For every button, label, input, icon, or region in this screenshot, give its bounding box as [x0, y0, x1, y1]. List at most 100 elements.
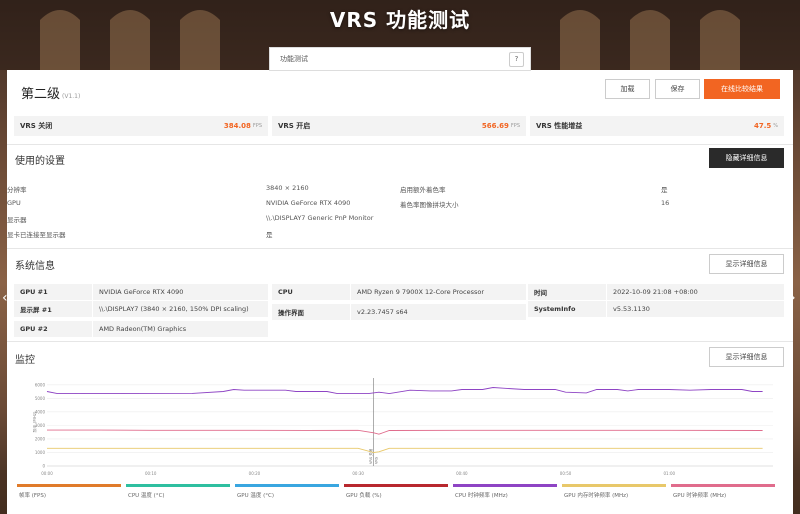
legend-swatch [17, 484, 121, 487]
settings-title: 使用的设置 [15, 156, 65, 167]
score-unit: FPS [252, 123, 262, 129]
legend-item[interactable]: 帧率 (FPS) [17, 484, 121, 499]
monitoring-chart: 0100020003000400050006000频率 (MHz)00:00 00… [33, 378, 773, 476]
sysinfo-value: v2.23.7457 s64 [350, 304, 408, 320]
x-tick-label: 00:40 [456, 471, 468, 476]
next-arrow-icon[interactable]: › [790, 290, 800, 318]
sysinfo-row: 时间 2022-10-09 21:08 +08:00 [528, 284, 784, 300]
legend-label: 帧率 (FPS) [19, 493, 47, 499]
x-tick-label: 00:30 [352, 471, 364, 476]
prev-arrow-icon[interactable]: ‹ [2, 290, 12, 318]
legend-label: GPU 负载 (%) [346, 493, 382, 499]
series-line [46, 387, 763, 395]
legend-swatch [453, 484, 557, 487]
x-tick-label: 00:00 [41, 471, 53, 476]
score-label: VRS 关闭 [20, 122, 53, 130]
setting-value: 是 [266, 231, 273, 239]
setting-key: 着色率图像拼块大小 [400, 201, 459, 209]
setting-key: GPU [7, 199, 21, 207]
setting-key: 显卡已连接至显示器 [7, 231, 66, 239]
load-button[interactable]: 加载 [605, 79, 650, 99]
legend-item[interactable]: GPU 温度 (°C) [235, 484, 339, 499]
sysinfo-row: 显示屏 #1 \\.\DISPLAY7 (3840 × 2160, 150% D… [14, 301, 268, 317]
sysinfo-show-details-button[interactable]: 显示详细信息 [709, 254, 784, 274]
phase-label: VRS [375, 456, 379, 464]
legend-swatch [344, 484, 448, 487]
legend-item[interactable]: GPU 负载 (%) [344, 484, 448, 499]
monitor-title: 监控 [15, 355, 35, 366]
result-panel: 第二级 (V1.1) 加载 保存 在线比较结果 VRS 关闭 384.08 FPS… [7, 70, 793, 514]
setting-value: NVIDIA GeForce RTX 4090 [266, 199, 351, 207]
y-tick-label: 0 [42, 464, 45, 469]
sysinfo-row: 操作界面 v2.23.7457 s64 [272, 304, 526, 320]
y-tick-label: 2000 [35, 436, 46, 441]
legend-item[interactable]: CPU 温度 (°C) [126, 484, 230, 499]
legend-item[interactable]: GPU 时钟频率 (MHz) [671, 484, 775, 499]
level-title: 第二级 (V1.1) [21, 83, 80, 102]
setting-key: 启用额外着色率 [400, 186, 446, 194]
sysinfo-row: CPU AMD Ryzen 9 7900X 12-Core Processor [272, 284, 526, 300]
legend-swatch [671, 484, 775, 487]
sysinfo-row: SystemInfo v5.53.1130 [528, 301, 784, 317]
setting-value: 16 [661, 199, 670, 207]
phase-label: VRS 关闭 [368, 448, 373, 464]
y-tick-label: 6000 [35, 382, 46, 387]
score-vrs-off: VRS 关闭 384.08 FPS [14, 116, 268, 136]
legend-item[interactable]: GPU 内存时钟频率 (MHz) [562, 484, 666, 499]
score-vrs-gain: VRS 性能增益 47.5 % [530, 116, 784, 136]
level-name: 第二级 [21, 87, 61, 102]
score-label: VRS 性能增益 [536, 122, 583, 130]
setting-key: 显示器 [7, 216, 27, 224]
sysinfo-value: 2022-10-09 21:08 +08:00 [606, 284, 698, 300]
x-tick-label: 00:20 [249, 471, 261, 476]
monitor-show-details-button[interactable]: 显示详细信息 [709, 347, 784, 367]
sysinfo-key: SystemInfo [534, 305, 576, 313]
legend-swatch [126, 484, 230, 487]
legend-swatch [235, 484, 339, 487]
divider [7, 248, 793, 249]
setting-key: 分辨率 [7, 186, 27, 194]
hide-details-button[interactable]: 隐藏详细信息 [709, 148, 784, 168]
divider [7, 341, 793, 342]
legend-label: CPU 温度 (°C) [128, 493, 165, 499]
divider [7, 144, 793, 145]
setting-value: \\.\DISPLAY7 Generic PnP Monitor [266, 214, 374, 222]
score-value: 384.08 [223, 122, 251, 130]
series-line [47, 429, 763, 435]
score-unit: % [773, 123, 778, 129]
legend-label: GPU 温度 (°C) [237, 493, 274, 499]
x-tick-label: 00:50 [560, 471, 572, 476]
series-line [47, 447, 763, 453]
help-button[interactable]: ? [509, 52, 524, 67]
score-label: VRS 开启 [278, 122, 311, 130]
sysinfo-key: GPU #1 [20, 288, 48, 296]
sysinfo-value: AMD Ryzen 9 7900X 12-Core Processor [350, 284, 484, 300]
test-selector-label: 功能测试 [280, 55, 308, 63]
chart-legend: 帧率 (FPS) CPU 温度 (°C) GPU 温度 (°C) GPU 负载 (%)… [17, 484, 787, 514]
x-tick-label: 00:10 [145, 471, 157, 476]
setting-value: 3840 × 2160 [266, 184, 309, 192]
legend-label: GPU 时钟频率 (MHz) [673, 493, 727, 499]
sysinfo-key: CPU [278, 288, 293, 296]
score-value: 47.5 [753, 122, 772, 130]
y-tick-label: 1000 [35, 450, 46, 455]
sysinfo-value: AMD Radeon(TM) Graphics [92, 321, 186, 337]
compare-online-button[interactable]: 在线比较结果 [704, 79, 780, 99]
version-label: (V1.1) [62, 93, 81, 100]
score-value: 566.69 [481, 122, 509, 130]
sysinfo-value: v5.53.1130 [606, 301, 650, 317]
save-button[interactable]: 保存 [655, 79, 700, 99]
sysinfo-key: 时间 [534, 289, 547, 297]
sysinfo-value: NVIDIA GeForce RTX 4090 [92, 284, 183, 300]
legend-swatch [562, 484, 666, 487]
score-unit: FPS [510, 123, 520, 129]
test-selector[interactable]: 功能测试 ? [269, 47, 531, 71]
y-tick-label: 5000 [35, 396, 46, 401]
sysinfo-row: GPU #2 AMD Radeon(TM) Graphics [14, 321, 268, 337]
sysinfo-key: GPU #2 [20, 325, 48, 333]
legend-label: CPU 时钟频率 (MHz) [455, 493, 508, 499]
sysinfo-row: GPU #1 NVIDIA GeForce RTX 4090 [14, 284, 268, 300]
legend-item[interactable]: CPU 时钟频率 (MHz) [453, 484, 557, 499]
sysinfo-key: 显示屏 #1 [20, 306, 52, 314]
y-axis-label: 频率 (MHz) [33, 411, 37, 432]
